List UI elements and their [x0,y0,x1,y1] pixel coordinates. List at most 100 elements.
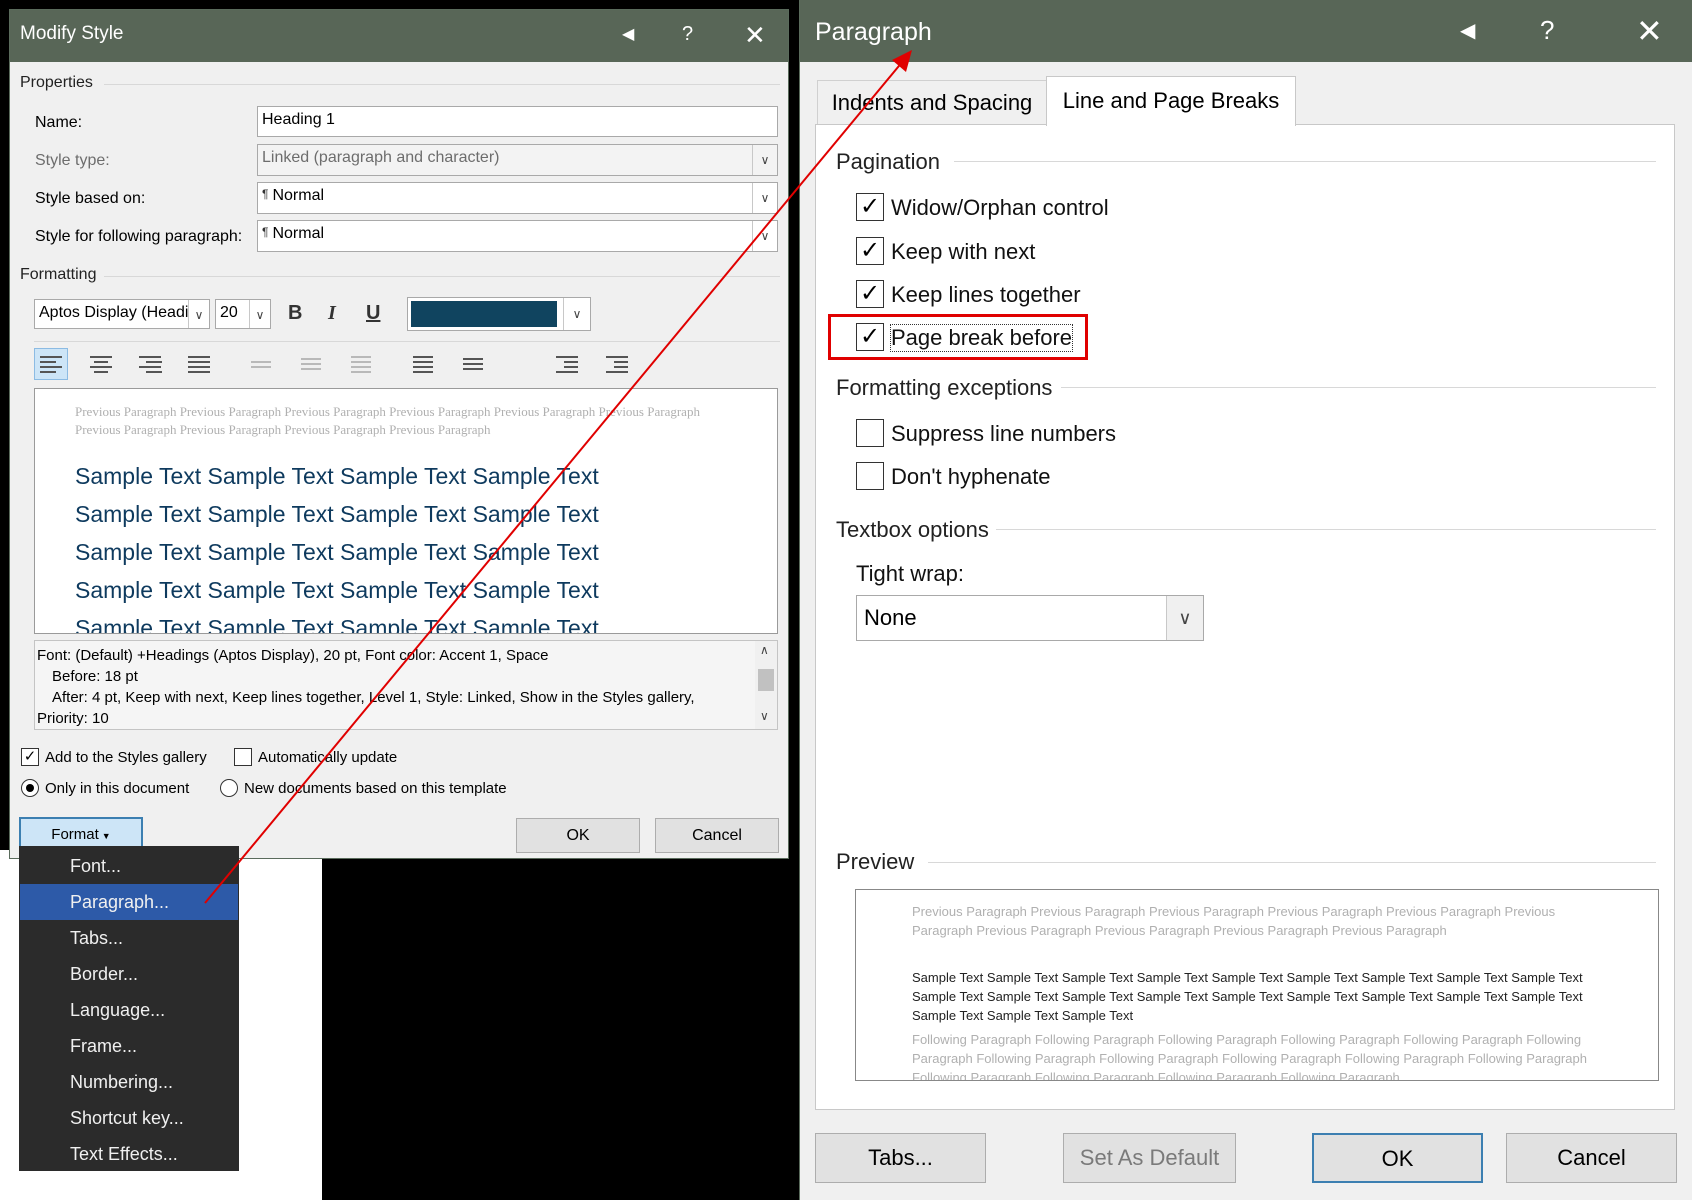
tight-wrap-label: Tight wrap: [856,561,965,586]
preview-sample-text: Sample Text Sample Text Sample Text Samp… [912,970,1583,1023]
decrease-spacing-button[interactable] [456,348,490,380]
chevron-down-icon[interactable]: ∨ [1166,596,1203,640]
ok-button-label: OK [566,827,590,844]
tab-line-and-page-breaks[interactable]: Line and Page Breaks [1046,76,1296,126]
close-icon[interactable]: ✕ [744,20,766,51]
auto-update-label: Automatically update [258,749,398,766]
menu-item-label: Paragraph... [70,892,170,912]
keep-with-next-checkbox[interactable]: ✓ [856,237,884,265]
bold-button[interactable]: B [288,302,302,325]
menu-item-label: Numbering... [70,1072,174,1092]
help-icon[interactable]: ? [682,23,693,46]
tight-wrap-select[interactable]: None ∨ [856,595,1204,641]
menu-item-font[interactable]: Font... [20,848,238,884]
close-icon[interactable]: ✕ [1636,12,1663,50]
font-select[interactable]: Aptos Display (Headi ∨ [34,299,210,329]
following-select[interactable]: ¶ Normal ∨ [257,220,778,252]
paragraph-ok-button[interactable]: OK [1312,1133,1483,1183]
font-color-picker[interactable]: ∨ [407,297,591,331]
tabs-button[interactable]: Tabs... [815,1133,986,1183]
scroll-down-icon[interactable]: ∨ [760,709,769,723]
modify-style-titlebar: Modify Style ◀ ? ✕ [10,10,788,62]
double-spacing-button[interactable] [344,348,378,380]
chevron-down-icon[interactable]: ∨ [188,300,209,328]
keep-lines-together-checkbox[interactable]: ✓ [856,280,884,308]
font-color-swatch [411,301,557,327]
chevron-down-icon[interactable]: ∨ [249,300,270,328]
menu-item-tabs[interactable]: Tabs... [20,920,238,956]
size-value: 20 [220,304,238,321]
paragraph-cancel-button[interactable]: Cancel [1506,1133,1677,1183]
menu-item-shortcut-key[interactable]: Shortcut key... [20,1100,238,1136]
menu-item-language[interactable]: Language... [20,992,238,1028]
name-input[interactable]: Heading 1 [257,106,778,137]
single-spacing-button[interactable] [244,348,278,380]
highlight-annotation-box [828,314,1088,360]
widow-orphan-checkbox[interactable]: ✓ [856,193,884,221]
size-select[interactable]: 20 ∨ [215,299,271,329]
underline-button[interactable]: U [366,302,380,325]
align-left-button[interactable] [34,348,68,380]
divider [104,84,780,85]
menu-item-label: Text Effects... [70,1144,178,1164]
new-documents-radio[interactable] [220,779,238,797]
menu-item-label: Language... [70,1000,166,1020]
one-half-spacing-button[interactable] [294,348,328,380]
tab-label: Line and Page Breaks [1062,88,1280,113]
description-scrollbar[interactable]: ∧ ∨ [755,641,777,729]
chevron-down-icon: ∨ [752,145,777,175]
ok-button[interactable]: OK [516,818,640,853]
align-right-button[interactable] [133,348,167,380]
menu-item-label: Tabs... [70,928,124,948]
only-this-document-radio[interactable] [21,779,39,797]
collapse-icon[interactable]: ◀ [1460,18,1475,43]
font-value: Aptos Display (Headi [39,304,189,321]
decrease-indent-button[interactable] [550,348,584,380]
preview-sample-line: Sample Text Sample Text Sample Text Samp… [75,577,599,603]
increase-indent-button[interactable] [600,348,634,380]
divider [34,341,780,342]
auto-update-checkbox[interactable] [234,748,252,766]
style-type-select: Linked (paragraph and character) ∨ [257,144,778,176]
collapse-icon[interactable]: ◀ [622,24,634,44]
paragraph-dialog: Paragraph ◀ ? ✕ Indents and Spacing Line… [799,0,1692,1200]
menu-item-label: Shortcut key... [70,1108,184,1128]
set-as-default-button[interactable]: Set As Default [1063,1133,1236,1183]
help-icon[interactable]: ? [1540,15,1554,46]
description-line: Priority: 10 [37,710,109,727]
menu-item-numbering[interactable]: Numbering... [20,1064,238,1100]
increase-spacing-button[interactable] [406,348,440,380]
modify-style-title: Modify Style [20,23,124,44]
keep-with-next-label: Keep with next [891,239,1036,264]
suppress-line-numbers-checkbox[interactable] [856,419,884,447]
formatting-group-label: Formatting [20,266,97,283]
menu-item-border[interactable]: Border... [20,956,238,992]
chevron-down-icon[interactable]: ∨ [563,298,590,330]
preview-sample-line: Sample Text Sample Text Sample Text Samp… [75,615,599,634]
dont-hyphenate-label: Don't hyphenate [891,464,1051,489]
justify-button[interactable] [182,348,216,380]
paragraph-preview: Previous Paragraph Previous Paragraph Pr… [855,889,1659,1081]
properties-group-label: Properties [20,74,93,91]
cancel-button[interactable]: Cancel [655,818,779,853]
menu-item-text-effects[interactable]: Text Effects... [20,1136,238,1172]
preview-previous-paragraph: Previous Paragraph Previous Paragraph Pr… [75,404,700,437]
align-center-button[interactable] [84,348,118,380]
scroll-up-icon[interactable]: ∧ [760,643,769,657]
menu-item-frame[interactable]: Frame... [20,1028,238,1064]
only-this-document-label: Only in this document [45,780,190,797]
chevron-down-icon[interactable]: ∨ [752,221,777,251]
chevron-down-icon[interactable]: ∨ [752,183,777,213]
scrollbar-thumb[interactable] [758,669,774,691]
dont-hyphenate-checkbox[interactable] [856,462,884,490]
menu-item-label: Frame... [70,1036,138,1056]
paragraph-cancel-label: Cancel [1557,1145,1626,1170]
italic-button[interactable]: I [328,302,336,325]
name-value: Heading 1 [262,111,335,128]
menu-item-paragraph[interactable]: Paragraph... [20,884,238,920]
tabs-button-label: Tabs... [868,1145,933,1170]
add-to-gallery-checkbox[interactable]: ✓ [21,748,39,766]
based-on-select[interactable]: ¶ Normal ∨ [257,182,778,214]
menu-item-label: Border... [70,964,139,984]
tab-indents-and-spacing[interactable]: Indents and Spacing [817,80,1047,124]
